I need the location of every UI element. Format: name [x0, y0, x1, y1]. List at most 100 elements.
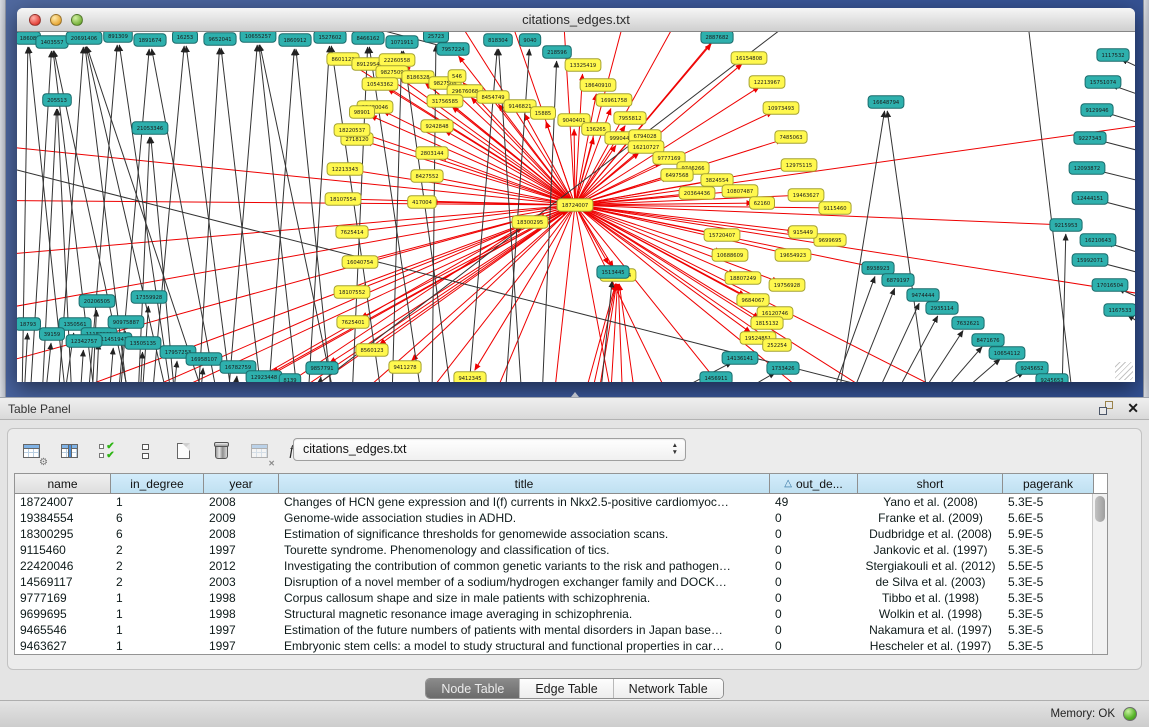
graph-node-label: 2803144 — [420, 151, 444, 157]
left-panel-strip[interactable] — [0, 0, 6, 397]
table-toolbar: ⚙ ✔ ✔ — [18, 436, 310, 466]
graph-edge — [833, 276, 875, 382]
graph-node-label: 8454749 — [481, 95, 504, 101]
row-chooser-icon[interactable] — [132, 438, 158, 464]
graph-edge — [119, 45, 172, 382]
table-cell: 2008 — [204, 494, 279, 510]
table-cell: 1 — [111, 494, 204, 510]
tab-node-table[interactable]: Node Table — [426, 679, 520, 698]
network-canvas[interactable]: 1872400786011238912954222605589827509105… — [17, 32, 1135, 382]
graph-node-label: 1527602 — [318, 35, 341, 41]
network-window-titlebar[interactable]: citations_edges.txt — [17, 8, 1135, 32]
graph-node-label: 9857791 — [310, 366, 333, 372]
table-selector-dropdown[interactable]: citations_edges.txt ▲▼ — [293, 438, 686, 461]
table-cell: 19384554 — [15, 510, 111, 526]
graph-node-label: 1815132 — [755, 321, 778, 327]
window-resize-grip[interactable] — [1115, 362, 1133, 380]
graph-node-label: 546 — [452, 74, 462, 80]
graph-node-label: 218596 — [547, 50, 567, 56]
column-header-out-de-[interactable]: △out_de... — [770, 474, 858, 493]
table-row[interactable]: 1938455462009Genome-wide association stu… — [15, 510, 1107, 526]
select-columns-icon[interactable] — [56, 438, 82, 464]
graph-node-label: 15885 — [535, 111, 552, 117]
graph-node-label: 7955812 — [618, 116, 641, 122]
table-row[interactable]: 946362711997Embryonic stem cells: a mode… — [15, 638, 1107, 654]
sort-ascending-icon: △ — [784, 478, 792, 489]
graph-edge — [173, 361, 177, 382]
graph-node-label: 8139 — [283, 378, 296, 382]
graph-node-label: 22260558 — [384, 58, 410, 64]
graph-edge — [369, 47, 422, 382]
graph-node-label: 9040401 — [562, 118, 585, 124]
graph-node-label: 1350561 — [63, 322, 86, 328]
tab-edge-table[interactable]: Edge Table — [520, 679, 613, 698]
select-all-check-icon[interactable]: ✔ ✔ — [94, 438, 120, 464]
table-cell: de Silva et al. (2003) — [858, 574, 1003, 590]
float-window-icon[interactable] — [1099, 401, 1113, 415]
graph-node-label: 15751074 — [1090, 80, 1117, 86]
graph-node-label: 891309 — [108, 34, 128, 40]
table-row[interactable]: 2242004622012Investigating the contribut… — [15, 558, 1107, 574]
table-row[interactable]: 1872400712008Changes of HCN gene express… — [15, 494, 1107, 510]
graph-node-label: 12975115 — [786, 163, 812, 169]
delete-entries-icon[interactable] — [208, 438, 234, 464]
table-cell: 2 — [111, 574, 204, 590]
table-cell: Franke et al. (2009) — [858, 510, 1003, 526]
table-cell: 1997 — [204, 638, 279, 654]
dropdown-stepper-icon: ▲▼ — [672, 442, 678, 456]
table-row[interactable]: 1830029562008Estimation of significance … — [15, 526, 1107, 542]
graph-node-label: 818304 — [488, 38, 509, 44]
table-row[interactable]: 977716911998Corpus callosum shape and si… — [15, 590, 1107, 606]
table-cell: Tourette syndrome. Phenomenology and cla… — [279, 542, 770, 558]
graph-node-label: 16210727 — [633, 145, 659, 151]
column-header-in-degree[interactable]: in_degree — [111, 474, 204, 493]
table-cell: 14569117 — [15, 574, 111, 590]
graph-node-label: 9699695 — [818, 238, 841, 244]
right-panel-strip[interactable] — [1143, 0, 1149, 397]
table-row[interactable]: 1456911722003Disruption of a novel membe… — [15, 574, 1107, 590]
graph-node-label: 8466162 — [356, 36, 379, 42]
table-settings-icon[interactable]: ⚙ — [18, 438, 44, 464]
table-cell: 2 — [111, 542, 204, 558]
graph-node-label: 18608 — [20, 36, 37, 42]
graph-node-label: 12342757 — [71, 339, 97, 345]
table-mode-segmented-control: Node TableEdge TableNetwork Table — [425, 678, 723, 699]
column-header-name[interactable]: name — [15, 474, 111, 493]
column-header-short[interactable]: short — [858, 474, 1003, 493]
graph-node-label: 12093872 — [1074, 166, 1100, 172]
table-row[interactable]: 911546021997Tourette syndrome. Phenomeno… — [15, 542, 1107, 558]
graph-node-label: 19756928 — [774, 283, 800, 289]
column-header-pagerank[interactable]: pagerank — [1003, 474, 1094, 493]
graph-node-label: 10655257 — [245, 34, 271, 40]
graph-node-label: 8471676 — [976, 338, 999, 344]
split-pane-grip[interactable] — [571, 392, 579, 397]
scrollbar-thumb[interactable] — [1095, 496, 1105, 522]
graph-node-label: 21053346 — [137, 126, 163, 132]
network-graph[interactable]: 1872400786011238912954222605589827509105… — [17, 32, 1135, 382]
table-cell: 2003 — [204, 574, 279, 590]
memory-ok-indicator — [1123, 707, 1137, 721]
vertical-scrollbar[interactable] — [1092, 494, 1107, 654]
graph-node-label: 18724007 — [562, 203, 588, 209]
table-cell: Jankovic et al. (1997) — [858, 542, 1003, 558]
table-cell: 1998 — [204, 606, 279, 622]
table-row[interactable]: 969969511998Structural magnetic resonanc… — [15, 606, 1107, 622]
tab-network-table[interactable]: Network Table — [614, 679, 723, 698]
graph-node-label: 15992071 — [1077, 258, 1103, 264]
graph-node-label: 19463627 — [793, 193, 819, 199]
graph-node-label: 16253 — [177, 35, 194, 41]
graph-edge — [370, 116, 575, 205]
close-panel-icon[interactable]: ✕ — [1127, 401, 1139, 415]
graph-edge — [22, 47, 28, 382]
graph-node-label: 9115460 — [823, 206, 846, 212]
table-cell: 9463627 — [15, 638, 111, 654]
new-table-icon[interactable] — [170, 438, 196, 464]
column-header-year[interactable]: year — [204, 474, 279, 493]
graph-edge — [459, 56, 575, 205]
column-header-title[interactable]: title — [279, 474, 770, 493]
status-bar: Memory: OK — [0, 700, 1149, 727]
graph-node-label: 1403557 — [40, 40, 63, 46]
table-panel-title: Table Panel — [8, 402, 71, 416]
table-row[interactable]: 946554611997Estimation of the future num… — [15, 622, 1107, 638]
graph-node-label: 18300295 — [517, 220, 543, 226]
